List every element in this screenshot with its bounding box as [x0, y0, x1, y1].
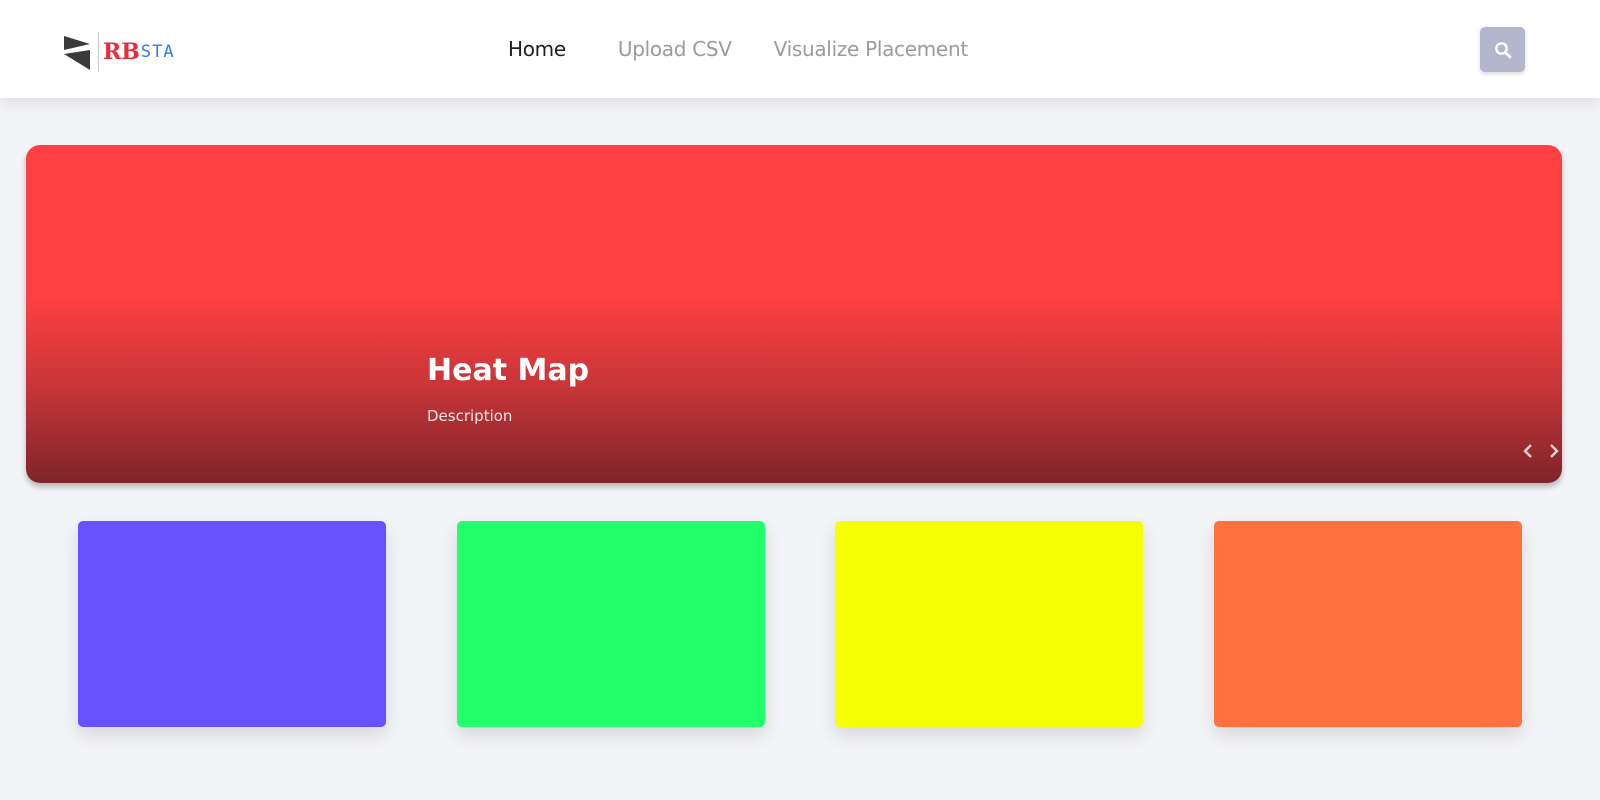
card-2[interactable] — [457, 521, 765, 727]
nav-home[interactable]: Home — [508, 37, 566, 61]
logo-divider — [98, 32, 99, 72]
card-4[interactable] — [1214, 521, 1522, 727]
search-icon — [1494, 41, 1511, 58]
nav-upload-csv[interactable]: Upload CSV — [618, 37, 732, 61]
main-nav: Home Upload CSV Visualize Placement — [508, 0, 1010, 98]
card-3[interactable] — [835, 521, 1143, 727]
carousel-next-button[interactable] — [1544, 439, 1562, 463]
brand-name-secondary: STA — [140, 42, 175, 62]
card-1[interactable] — [78, 521, 386, 727]
brand-logo[interactable]: RB STA — [62, 30, 182, 74]
search-button[interactable] — [1480, 27, 1525, 72]
hero-carousel[interactable]: Heat Map Description — [26, 145, 1562, 483]
feature-cards — [0, 521, 1600, 727]
nav-visualize-placement[interactable]: Visualize Placement — [774, 37, 969, 61]
brand-name-primary: RB — [103, 39, 140, 65]
chevron-left-icon — [1523, 444, 1532, 458]
hero-description: Description — [427, 407, 513, 425]
chevron-right-icon — [1550, 444, 1559, 458]
hero-title: Heat Map — [427, 353, 590, 388]
carousel-prev-button[interactable] — [1518, 439, 1538, 463]
logo-flag-icon — [64, 36, 90, 70]
top-navbar: RB STA Home Upload CSV Visualize Placeme… — [0, 0, 1600, 98]
